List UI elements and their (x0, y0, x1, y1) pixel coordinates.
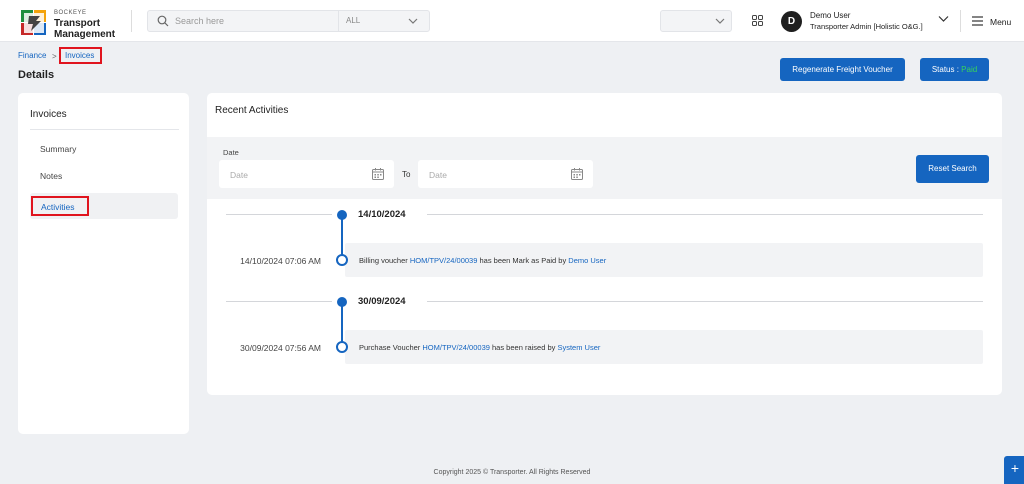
activity-text-pre: Purchase Voucher (359, 343, 423, 352)
timeline-divider (226, 214, 332, 215)
brand-name: BOCKEYE Transport Management (54, 8, 115, 40)
search-input[interactable]: Search here (175, 16, 224, 26)
header-divider (131, 10, 132, 32)
sidebar-title: Invoices (30, 109, 67, 120)
menu-button[interactable]: Menu (990, 17, 1011, 27)
timeline-entry-marker (336, 341, 348, 353)
activity-text: Purchase Voucher HOM/TPV/24/00039 has be… (359, 343, 600, 352)
to-label: To (402, 170, 411, 179)
timeline-entry-marker (336, 254, 348, 266)
search-icon (157, 15, 169, 27)
header-divider (960, 10, 961, 32)
invoice-sidebar: Invoices Summary Notes Activities (18, 93, 189, 434)
activity-text-mid: has been Mark as Paid by (477, 256, 569, 265)
chevron-down-icon[interactable] (408, 17, 418, 25)
date-filter-bar: Date Date To Date Reset Search (207, 137, 1002, 199)
timeline-date-dot (337, 210, 347, 220)
activity-text: Billing voucher HOM/TPV/24/00039 has bee… (359, 256, 606, 265)
sidebar-item-notes[interactable]: Notes (40, 171, 62, 181)
timeline-date-dot (337, 297, 347, 307)
to-date-placeholder: Date (429, 170, 447, 180)
top-bar: BOCKEYE Transport Management Search here… (0, 0, 1024, 42)
breadcrumb-finance[interactable]: Finance (18, 51, 46, 60)
chevron-down-icon[interactable] (938, 15, 949, 23)
calendar-icon[interactable] (372, 168, 384, 180)
apps-grid-icon[interactable] (752, 15, 763, 26)
status-button[interactable]: Status : Paid (920, 58, 989, 81)
timeline-date: 14/10/2024 (358, 209, 406, 220)
chevron-down-icon (715, 18, 725, 24)
status-value: Paid (961, 65, 978, 74)
timeline-divider (427, 301, 983, 302)
page-title: Details (18, 69, 55, 81)
panel-title: Recent Activities (215, 105, 289, 116)
user-name[interactable]: Demo User (810, 11, 850, 20)
status-label: Status : (931, 65, 959, 74)
activity-entry: Purchase Voucher HOM/TPV/24/00039 has be… (345, 330, 983, 364)
sidebar-divider (30, 129, 179, 130)
voucher-link[interactable]: HOM/TPV/24/00039 (410, 256, 478, 265)
calendar-icon[interactable] (571, 168, 583, 180)
user-link[interactable]: System User (557, 343, 600, 352)
sidebar-item-summary[interactable]: Summary (40, 144, 76, 154)
recent-activities-panel: Recent Activities Date Date To Date Rese… (207, 93, 1002, 395)
brand-line1: Transport (54, 18, 101, 29)
user-role[interactable]: Transporter Admin [Holistic O&G.] (810, 22, 923, 31)
regenerate-freight-voucher-button[interactable]: Regenerate Freight Voucher (780, 58, 905, 81)
logo-icon[interactable] (20, 8, 50, 36)
search-divider (338, 11, 339, 31)
date-label: Date (223, 148, 239, 157)
timeline-date: 30/09/2024 (358, 296, 406, 307)
company-select[interactable] (660, 10, 732, 32)
reset-search-button[interactable]: Reset Search (916, 155, 989, 183)
avatar[interactable]: D (781, 11, 802, 32)
from-date-input[interactable]: Date (219, 160, 394, 188)
hamburger-icon[interactable] (972, 16, 983, 26)
footer-copyright: Copyright 2025 © Transporter. All Rights… (433, 469, 591, 476)
breadcrumb-invoices[interactable]: Invoices (59, 47, 102, 64)
sidebar-item-activities[interactable]: Activities (31, 196, 89, 216)
search-scope-select[interactable]: ALL (346, 16, 360, 25)
from-date-placeholder: Date (230, 170, 248, 180)
breadcrumb-separator: > (52, 52, 57, 61)
global-search[interactable]: Search here ALL (147, 10, 430, 32)
activity-text-pre: Billing voucher (359, 256, 410, 265)
add-fab-button[interactable]: + (1004, 456, 1024, 484)
timeline-divider (427, 214, 983, 215)
voucher-link[interactable]: HOM/TPV/24/00039 (422, 343, 490, 352)
user-link[interactable]: Demo User (568, 256, 606, 265)
brand-small: BOCKEYE (54, 10, 87, 16)
activity-time: 30/09/2024 07:56 AM (240, 343, 321, 353)
to-date-input[interactable]: Date (418, 160, 593, 188)
brand-line2: Management (54, 29, 116, 40)
activity-time: 14/10/2024 07:06 AM (240, 256, 321, 266)
activity-text-mid: has been raised by (489, 343, 558, 352)
activity-entry: Billing voucher HOM/TPV/24/00039 has bee… (345, 243, 983, 277)
timeline-divider (226, 301, 332, 302)
